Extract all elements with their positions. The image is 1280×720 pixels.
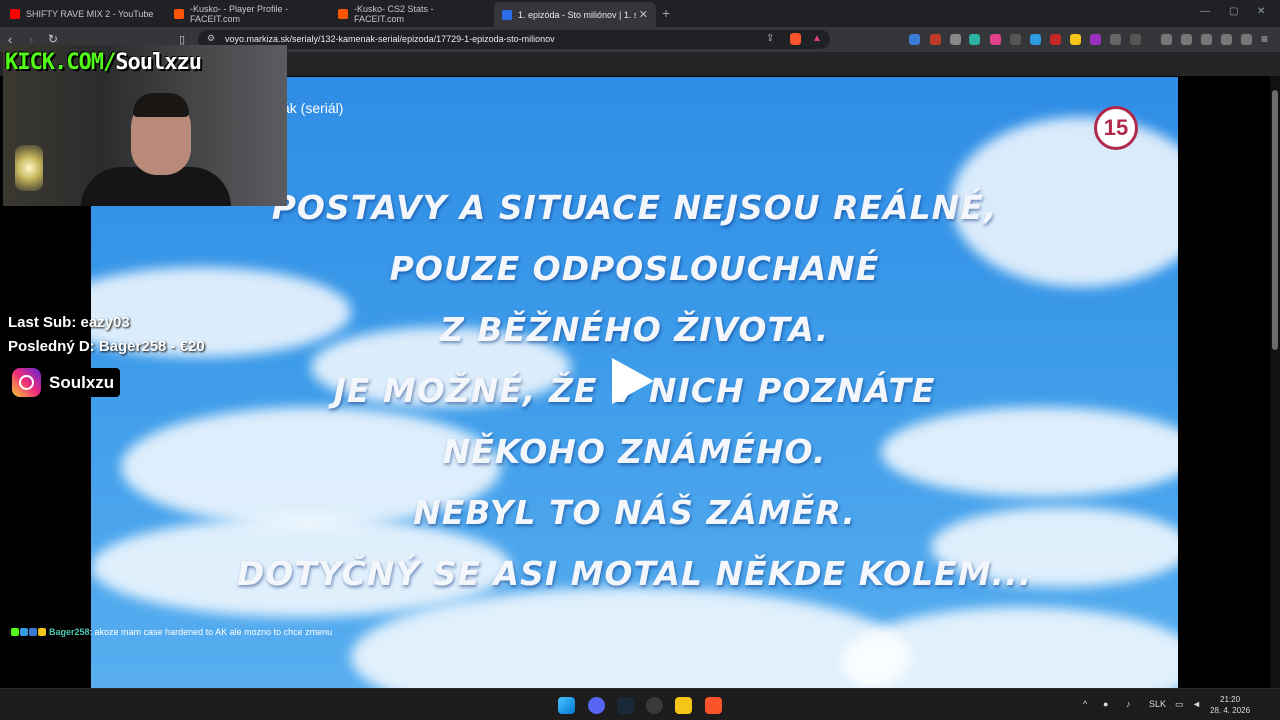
extension-audio-icon[interactable] <box>909 34 920 45</box>
sidebar-icon[interactable] <box>1181 34 1192 45</box>
faceit-icon <box>338 9 348 19</box>
badge-icon <box>29 628 37 636</box>
streamer-hair <box>133 93 189 117</box>
extension-icon[interactable] <box>1010 34 1021 45</box>
leo-ai-icon[interactable] <box>1221 34 1232 45</box>
last-sub: Last Sub: eazy03 <box>8 314 130 331</box>
instagram-icon <box>12 368 41 397</box>
brave-shields-icon[interactable] <box>790 33 801 45</box>
video-text-line: Z BĚŽNÉHO ŽIVOTA. <box>439 310 830 349</box>
chat-message: Bager258 : akoze mam case hardened to AK… <box>11 627 332 637</box>
windows-start-icon[interactable] <box>558 697 575 714</box>
show-title: ák (seriál) <box>282 100 344 116</box>
wallet-icon[interactable] <box>1201 34 1212 45</box>
video-text-line: NĚKOHO ZNÁMÉHO. <box>442 432 827 471</box>
age-rating-badge: 15 <box>1094 106 1138 150</box>
play-icon[interactable] <box>612 358 654 404</box>
tab-label: SHIFTY RAVE MIX 2 - YouTube <box>26 9 154 19</box>
video-text-line: DOTYČNÝ SE ASI MOTAL NĚKDE KOLEM... <box>236 554 1033 593</box>
close-tab-icon[interactable]: ✕ <box>639 8 648 21</box>
address-bar[interactable]: ⚙ voyo.markiza.sk/serialy/132-kamenak-se… <box>198 30 830 49</box>
chat-badges <box>11 628 46 636</box>
kick-channel-label: KICK.COM/Soulxzu <box>5 50 202 75</box>
faceit-icon <box>174 9 184 19</box>
window-close-icon[interactable]: ✕ <box>1257 6 1265 17</box>
chat-text: : akoze mam case hardened to AK ale mozn… <box>89 627 333 637</box>
brave-rewards-icon[interactable]: ▲ <box>812 33 822 44</box>
new-tab-button[interactable]: + <box>662 5 670 21</box>
tab-label: -Kusko- - Player Profile - FACEIT.com <box>190 4 289 24</box>
age-rating-value: 15 <box>1103 115 1129 140</box>
extension-icon[interactable] <box>1030 34 1041 45</box>
badge-icon <box>20 628 28 636</box>
taskbar: ^ ● ♪ SLK ▭ ◄ 21:20 28. 4. 2026 <box>0 688 1280 720</box>
extension-icon[interactable] <box>1050 34 1061 45</box>
badge-icon <box>11 628 19 636</box>
extension-icon[interactable] <box>969 34 980 45</box>
discord-tray-icon[interactable]: ● <box>1103 699 1108 709</box>
vpn-icon[interactable] <box>1241 34 1252 45</box>
tab-label: -Kusko- CS2 Stats - FACEIT.com <box>354 4 434 24</box>
tab-label: 1. epizóda - Sto miliónov | 1. séri <box>518 9 636 20</box>
video-text-line: POUZE ODPOSLOUCHANÉ <box>389 249 880 288</box>
share-icon[interactable]: ⇪ <box>766 33 774 44</box>
reload-icon[interactable]: ↻ <box>48 32 58 46</box>
kick-name: Soulxzu <box>115 50 202 75</box>
tab-faceit-profile[interactable]: -Kusko- - Player Profile - FACEIT.com <box>166 4 330 24</box>
tab-faceit-stats[interactable]: -Kusko- CS2 Stats - FACEIT.com <box>330 4 494 24</box>
minimize-icon[interactable]: — <box>1200 6 1210 17</box>
extension-icon[interactable] <box>1070 34 1081 45</box>
chat-username: Bager258 <box>49 627 90 637</box>
last-donation: Posledný D: Bager258 - €20 <box>8 338 205 355</box>
url-text: voyo.markiza.sk/serialy/132-kamenak-seri… <box>225 34 555 44</box>
microphone-icon[interactable]: ♪ <box>1126 699 1131 709</box>
maximize-icon[interactable]: ▢ <box>1229 6 1238 17</box>
tab-bar: SHIFTY RAVE MIX 2 - YouTube -Kusko- - Pl… <box>0 0 1280 27</box>
clock[interactable]: 21:20 28. 4. 2026 <box>1210 694 1250 716</box>
media-icon[interactable] <box>1161 34 1172 45</box>
extension-icon[interactable] <box>950 34 961 45</box>
instagram-handle: Soulxzu <box>49 372 115 392</box>
brave-icon[interactable] <box>705 697 722 714</box>
clock-date: 28. 4. 2026 <box>1210 706 1251 715</box>
app-icon[interactable] <box>675 697 692 714</box>
extension-icon[interactable] <box>990 34 1001 45</box>
extension-adblock-icon[interactable] <box>930 34 941 45</box>
menu-icon[interactable]: ≡ <box>1261 32 1268 46</box>
video-text-line: NEBYL TO NÁŠ ZÁMĚR. <box>413 493 856 532</box>
cloud <box>841 607 1178 688</box>
network-icon[interactable]: ▭ <box>1175 699 1184 710</box>
tab-voyo-active[interactable]: 1. epizóda - Sto miliónov | 1. séri ✕ <box>494 2 656 27</box>
kick-prefix: KICK.COM/ <box>5 50 116 75</box>
voyo-icon <box>502 9 512 20</box>
youtube-icon <box>10 9 20 19</box>
page-scrollbar[interactable] <box>1270 76 1280 688</box>
screenshot-icon[interactable] <box>1130 34 1141 45</box>
scrollbar-thumb[interactable] <box>1272 90 1278 350</box>
tray-overflow-icon[interactable]: ^ <box>1083 699 1087 709</box>
badge-icon <box>38 628 46 636</box>
instagram-badge: Soulxzu <box>12 368 121 397</box>
site-info-icon[interactable]: ⚙ <box>207 33 215 44</box>
lamp <box>15 145 43 191</box>
language-indicator[interactable]: SLK <box>1149 699 1166 709</box>
tab-youtube[interactable]: SHIFTY RAVE MIX 2 - YouTube <box>2 4 166 24</box>
obs-icon[interactable] <box>646 697 663 714</box>
discord-icon[interactable] <box>588 697 605 714</box>
volume-icon[interactable]: ◄ <box>1192 699 1201 709</box>
steam-icon[interactable] <box>617 697 634 714</box>
extensions-puzzle-icon[interactable] <box>1110 34 1121 45</box>
clock-time: 21:20 <box>1220 695 1241 704</box>
extension-icon[interactable] <box>1090 34 1101 45</box>
